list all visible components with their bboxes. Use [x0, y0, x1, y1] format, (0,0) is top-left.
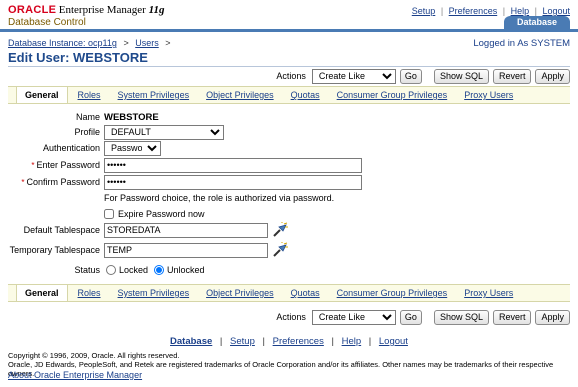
title-divider: [8, 66, 570, 67]
expire-password-row: Expire Password now: [104, 206, 205, 222]
preferences-link[interactable]: Preferences: [449, 6, 498, 16]
breadcrumb-database-instance[interactable]: Database Instance: ocp11g: [8, 38, 117, 48]
database-tab[interactable]: Database: [504, 16, 570, 29]
tab-roles[interactable]: Roles: [78, 90, 101, 100]
temporary-tablespace-input[interactable]: [104, 242, 268, 258]
status-row: Status Locked Unlocked: [0, 262, 205, 278]
status-unlocked-radio[interactable]: [154, 265, 165, 275]
tab-system-privileges[interactable]: System Privileges: [118, 90, 190, 100]
search-flashlight-icon[interactable]: [272, 242, 288, 258]
actions-select[interactable]: Create Like: [311, 309, 396, 325]
page-title: Edit User: WEBSTORE: [8, 50, 148, 65]
temporary-tablespace-row: Temporary Tablespace: [0, 242, 288, 258]
logout-link[interactable]: Logout: [542, 6, 570, 16]
authentication-label: Authentication: [42, 143, 100, 153]
footer-setup-link[interactable]: Setup: [230, 336, 255, 347]
footer-database-link[interactable]: Database: [170, 336, 212, 347]
tab-roles[interactable]: Roles: [78, 288, 101, 298]
revert-button[interactable]: Revert: [492, 309, 532, 325]
tab-quotas[interactable]: Quotas: [291, 90, 320, 100]
confirm-password-input[interactable]: [104, 174, 362, 190]
tab-proxy-users[interactable]: Proxy Users: [464, 288, 513, 298]
required-mark: *: [31, 161, 35, 170]
expire-password-label: Expire Password now: [118, 209, 205, 219]
tab-general[interactable]: General: [16, 87, 68, 103]
tab-quotas[interactable]: Quotas: [291, 288, 320, 298]
brand: ORACLE Enterprise Manager 11g Database C…: [8, 4, 165, 29]
confirm-password-label: * Confirm Password: [21, 177, 100, 187]
footer-help-link[interactable]: Help: [342, 336, 362, 347]
global-links: Setup | Preferences | Help | Logout: [411, 6, 570, 16]
show-sql-button[interactable]: Show SQL: [433, 68, 489, 84]
apply-button[interactable]: Apply: [535, 68, 570, 84]
required-mark: *: [21, 178, 25, 187]
setup-link[interactable]: Setup: [412, 6, 436, 16]
tab-consumer-group-privileges[interactable]: Consumer Group Privileges: [337, 288, 448, 298]
profile-row: Profile DEFAULT: [0, 124, 224, 140]
breadcrumb-users[interactable]: Users: [135, 38, 159, 48]
name-label: Name: [75, 112, 100, 122]
enter-password-label: * Enter Password: [31, 160, 100, 170]
password-hint: For Password choice, the role is authori…: [104, 193, 335, 203]
show-sql-button[interactable]: Show SQL: [433, 309, 489, 325]
oracle-logo: ORACLE: [8, 4, 57, 16]
tab-general[interactable]: General: [16, 285, 68, 301]
user-name-value: WEBSTORE: [104, 111, 159, 123]
enter-password-row: * Enter Password: [0, 157, 362, 173]
profile-label: Profile: [74, 127, 100, 137]
confirm-password-row: * Confirm Password: [0, 174, 362, 190]
go-button[interactable]: Go: [399, 68, 422, 84]
footer-logout-link[interactable]: Logout: [379, 336, 408, 347]
default-tablespace-input[interactable]: [104, 222, 268, 238]
default-tablespace-label: Default Tablespace: [23, 225, 100, 235]
actions-label: Actions: [276, 312, 306, 322]
tab-consumer-group-privileges[interactable]: Consumer Group Privileges: [337, 90, 448, 100]
tab-object-privileges[interactable]: Object Privileges: [206, 90, 274, 100]
authentication-row: Authentication Password: [0, 140, 161, 156]
temporary-tablespace-label: Temporary Tablespace: [9, 245, 100, 255]
status-locked-label: Locked: [119, 265, 149, 275]
go-button[interactable]: Go: [399, 309, 422, 325]
header: ORACLE Enterprise Manager 11g Database C…: [0, 0, 578, 32]
search-flashlight-icon[interactable]: [272, 222, 288, 238]
tab-strip-bottom: General Roles System Privileges Object P…: [8, 284, 570, 302]
status-locked-radio[interactable]: [106, 265, 116, 275]
authentication-select[interactable]: Password: [104, 140, 161, 156]
status-label: Status: [74, 265, 100, 275]
status-unlocked-label: Unlocked: [167, 265, 205, 275]
tab-strip-top: General Roles System Privileges Object P…: [8, 86, 570, 104]
default-tablespace-row: Default Tablespace: [0, 222, 288, 238]
actions-label: Actions: [276, 71, 306, 81]
footer-links: Database | Setup | Preferences | Help | …: [170, 336, 408, 347]
profile-select[interactable]: DEFAULT: [104, 124, 224, 140]
name-row: Name WEBSTORE: [0, 109, 159, 125]
enter-password-input[interactable]: [104, 157, 362, 173]
help-link[interactable]: Help: [511, 6, 530, 16]
apply-button[interactable]: Apply: [535, 309, 570, 325]
header-rule: [0, 29, 578, 32]
tab-system-privileges[interactable]: System Privileges: [118, 288, 190, 298]
product-subtitle: Database Control: [8, 17, 86, 28]
expire-password-checkbox[interactable]: [104, 209, 114, 219]
actions-bar-bottom: Actions Create Like Go Show SQL Revert A…: [276, 309, 570, 325]
about-link[interactable]: About Oracle Enterprise Manager: [8, 370, 142, 380]
actions-bar-top: Actions Create Like Go Show SQL Revert A…: [276, 68, 570, 84]
logged-in-status: Logged in As SYSTEM: [473, 38, 570, 49]
actions-select[interactable]: Create Like: [311, 68, 396, 84]
footer-preferences-link[interactable]: Preferences: [273, 336, 324, 347]
revert-button[interactable]: Revert: [492, 68, 532, 84]
product-name: Enterprise Manager 11g: [58, 4, 165, 16]
tab-object-privileges[interactable]: Object Privileges: [206, 288, 274, 298]
tab-proxy-users[interactable]: Proxy Users: [464, 90, 513, 100]
breadcrumb: Database Instance: ocp11g > Users >: [8, 38, 171, 48]
